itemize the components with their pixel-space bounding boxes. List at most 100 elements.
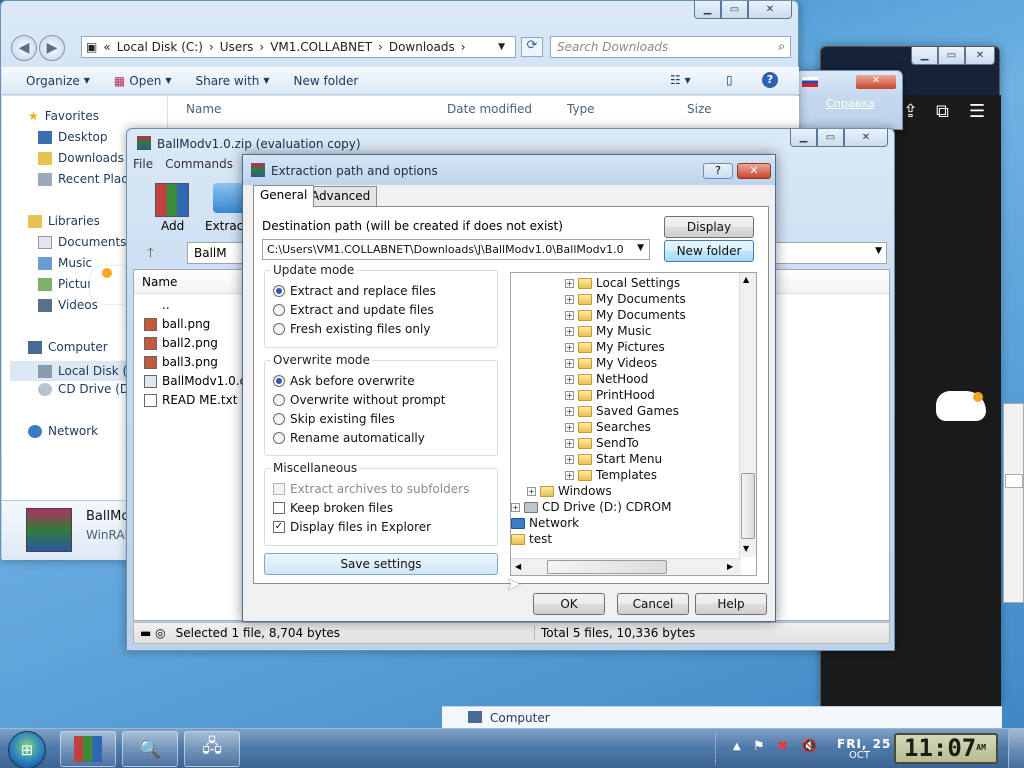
list-item[interactable]: BallModv1.0.dll [144,374,254,388]
list-item[interactable]: ball.png [144,317,210,331]
tree-item[interactable]: + My Documents [565,308,686,322]
tree-item[interactable]: test [511,532,552,546]
show-desktop-button[interactable] [1008,729,1024,768]
close-button[interactable]: ✕ [844,129,888,147]
minimize-button[interactable]: ▁ [694,1,721,19]
up-arrow-icon[interactable]: 🡑 [147,244,154,266]
nav-libraries[interactable]: Libraries [28,214,100,228]
share-icon[interactable]: ⇪ [903,101,918,122]
breadcrumb-downloads[interactable]: Downloads [389,40,455,54]
column-size[interactable]: Size [687,102,712,116]
update-option-replace[interactable]: Extract and replace files [273,284,436,298]
column-type[interactable]: Type [567,102,595,116]
tab-advanced[interactable]: Advanced [304,186,378,206]
tree-item[interactable]: + My Music [565,324,651,338]
misc-option-keep-broken[interactable]: Keep broken files [273,501,393,515]
breadcrumb-overflow[interactable]: « [103,40,110,54]
nav-documents[interactable]: Documents [38,235,126,249]
help-button[interactable]: Help [695,593,767,615]
misc-option-display-explorer[interactable]: ✓ Display files in Explorer [273,520,431,534]
tree-item[interactable]: + Local Settings [565,276,680,290]
tree-item[interactable]: + My Documents [565,292,686,306]
overwrite-option-skip[interactable]: Skip existing files [273,412,395,426]
menu-icon[interactable]: ☰ [969,101,985,122]
tree-item[interactable]: + My Videos [565,356,657,370]
nav-network[interactable]: Network [28,424,98,438]
new-folder-button[interactable]: New folder [664,240,754,262]
update-option-update[interactable]: Extract and update files [273,303,434,317]
breadcrumb-users[interactable]: Users [220,40,254,54]
tree-item[interactable]: + Saved Games [565,404,679,418]
nav-downloads[interactable]: Downloads [38,151,124,165]
help-icon[interactable]: ? [762,72,778,88]
list-item[interactable]: READ ME.txt [144,393,237,407]
close-button[interactable]: ✕ [737,163,771,179]
taskbar-winrar[interactable] [60,731,116,767]
chevron-down-icon[interactable]: ▼ [498,42,505,52]
scroll-left-icon[interactable]: ◀ [515,562,521,571]
close-button[interactable]: ✕ [856,75,896,89]
show-hidden-icon[interactable]: ▲ [733,741,741,752]
refresh-icon[interactable]: ⟳ [521,37,543,57]
column-date-modified[interactable]: Date modified [447,102,532,116]
scroll-right-icon[interactable]: ▶ [727,562,733,571]
tree-item[interactable]: Network [511,516,579,530]
help-link[interactable]: Справка [826,97,874,110]
list-item[interactable]: ball2.png [144,336,218,350]
overwrite-option-rename[interactable]: Rename automatically [273,431,425,445]
column-name[interactable]: Name [142,275,177,289]
list-item[interactable]: .. [144,298,170,312]
computer-label[interactable]: Computer [490,711,550,725]
tree-item[interactable]: + NetHood [565,372,648,386]
update-option-fresh[interactable]: Fresh existing files only [273,322,430,336]
breadcrumb-local-disk[interactable]: Local Disk (C:) [117,40,203,54]
tree-item[interactable]: + Start Menu [565,452,662,466]
maximize-button[interactable]: ▭ [938,47,965,65]
back-button[interactable]: ◀ [11,35,37,61]
column-name[interactable]: Name [186,102,221,116]
nav-recent-places[interactable]: Recent Place [38,172,135,186]
volume-muted-icon[interactable]: 🔇 [801,739,817,754]
breadcrumb-user[interactable]: VM1.COLLABNET [270,40,372,54]
overwrite-option-without-prompt[interactable]: Overwrite without prompt [273,393,445,407]
minimize-button[interactable]: ▁ [790,129,817,147]
nav-favorites[interactable]: ★ Favorites [28,109,99,123]
clock[interactable]: 11:07AM [894,733,998,764]
destination-path-input[interactable]: C:\Users\VM1.COLLABNET\Downloads\J\BallM… [262,239,650,260]
nav-videos[interactable]: Videos [38,298,98,312]
add-button-label[interactable]: Add [161,219,184,233]
nav-music[interactable]: Music [38,256,92,270]
tree-horizontal-scrollbar[interactable]: ◀ ▶ [511,558,741,575]
preview-pane-icon[interactable]: ▯ [726,73,733,87]
scroll-down-icon[interactable]: ▼ [743,544,749,553]
maximize-button[interactable]: ▭ [817,129,844,147]
chevron-down-icon[interactable]: ▼ [875,246,882,256]
menu-file[interactable]: File [133,157,153,171]
maximize-button[interactable]: ▭ [721,1,748,19]
taskbar-network[interactable]: 🖧 [184,731,240,767]
scroll-thumb[interactable] [547,560,667,574]
chevron-down-icon[interactable]: ▼ [637,243,644,253]
cancel-button[interactable]: Cancel [617,593,689,615]
organize-button[interactable]: Organize ▼ [26,74,90,88]
start-button[interactable]: ⊞ [8,731,46,768]
tree-item[interactable]: + PrintHood [565,388,655,402]
help-icon[interactable]: ? [703,163,733,179]
add-icon[interactable] [155,183,189,217]
nav-desktop[interactable]: Desktop [38,130,108,144]
list-item[interactable]: ball3.png [144,355,218,369]
tree-item[interactable]: + SendTo [565,436,639,450]
tree-item[interactable]: + Searches [565,420,651,434]
ok-button[interactable]: OK [533,593,605,615]
tree-vertical-scrollbar[interactable]: ▲ ▼ [739,273,756,557]
search-input[interactable]: Search Downloads ⌕ [550,36,791,58]
taskbar-explorer[interactable]: 🔍 [122,731,178,767]
close-button[interactable]: ✕ [965,47,995,65]
scroll-up-icon[interactable]: ▲ [743,275,749,284]
action-center-icon[interactable]: ⚑ [753,739,765,754]
extension-icon[interactable]: ⧉ [936,101,949,122]
tree-item[interactable]: + Windows [527,484,612,498]
search-icon[interactable]: ⌕ [778,39,785,54]
scroll-thumb[interactable] [741,473,755,539]
save-settings-button[interactable]: Save settings [264,553,498,575]
